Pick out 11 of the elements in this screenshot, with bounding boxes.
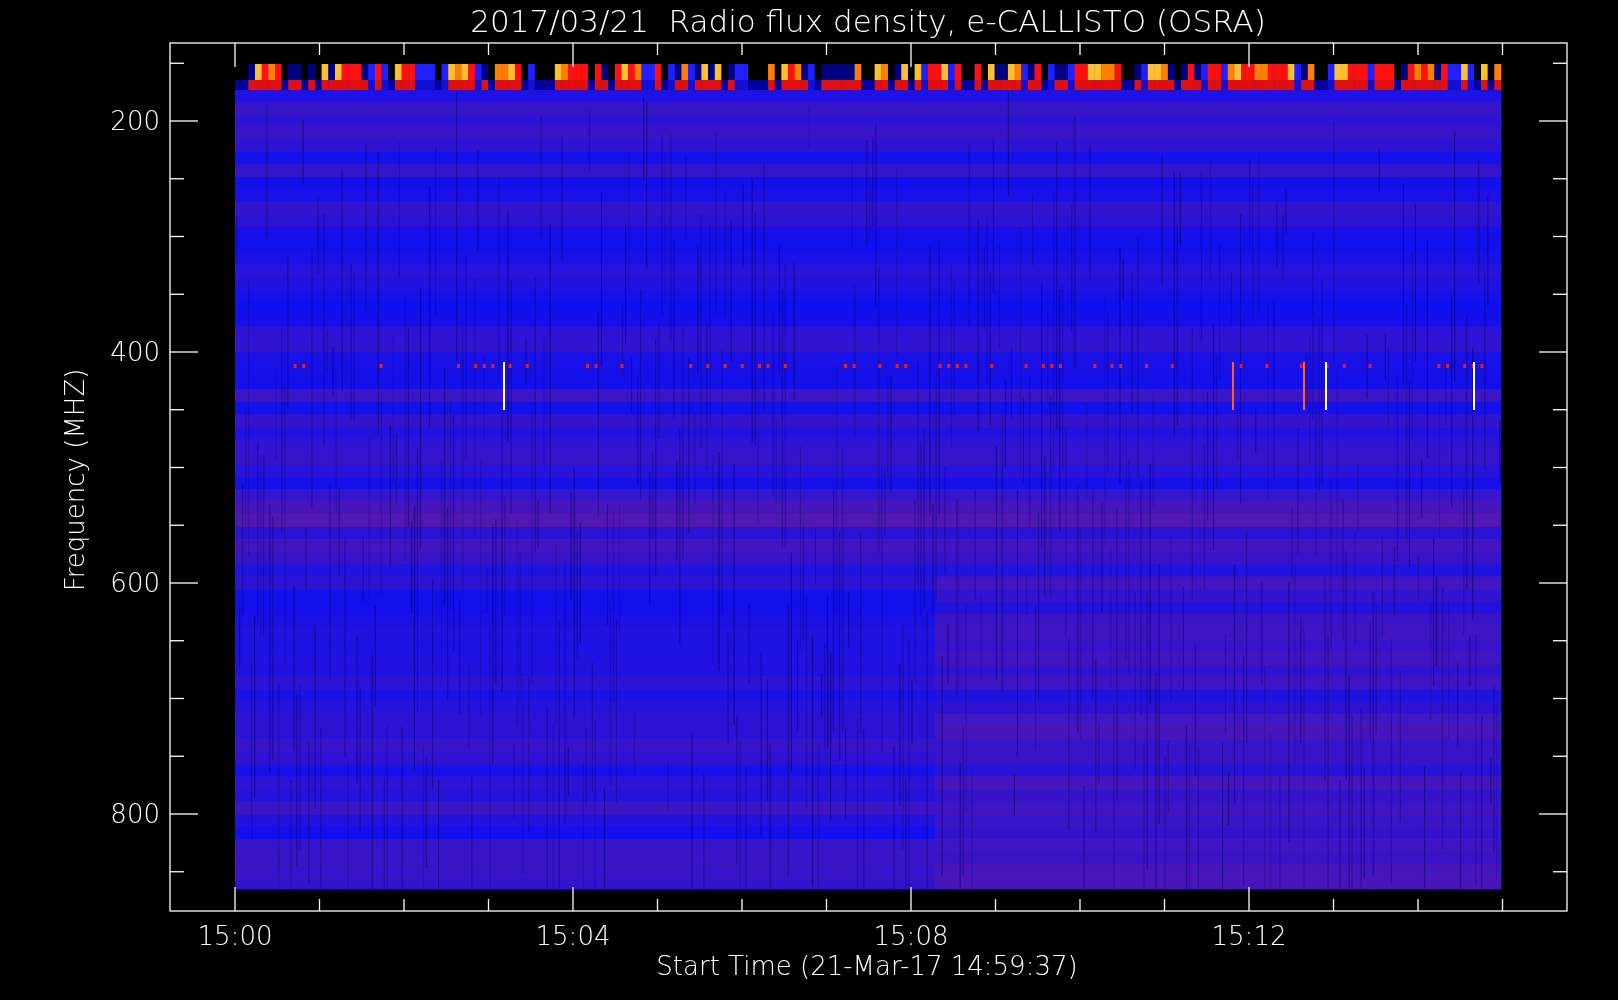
- y-tick-label: 600: [110, 568, 160, 598]
- y-tick-label: 400: [110, 337, 160, 367]
- x-axis-label: Start Time (21-Mar-17 14:59:37): [656, 951, 1078, 981]
- y-axis-label: Frequency (MHZ): [60, 368, 90, 592]
- x-tick-label: 15:08: [873, 921, 949, 951]
- x-tick-label: 15:04: [535, 921, 611, 951]
- x-tick-label: 15:12: [1211, 921, 1287, 951]
- y-tick-label: 200: [110, 106, 160, 136]
- x-tick-label: 15:00: [197, 921, 273, 951]
- chart-title: 2017/03/21 Radio flux density, e-CALLISTO (OSRA): [470, 3, 1266, 39]
- y-tick-label: 800: [110, 799, 160, 829]
